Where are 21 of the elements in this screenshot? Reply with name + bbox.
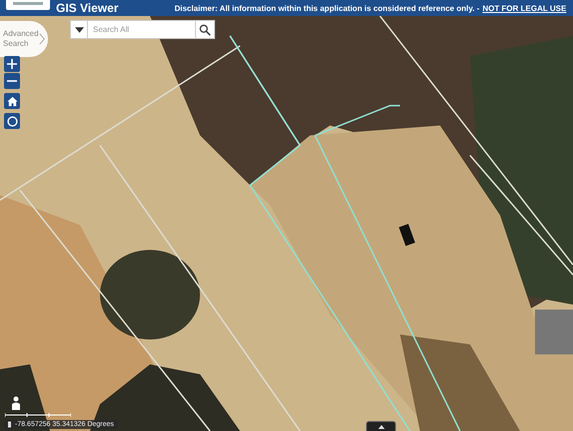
zoom-out-button[interactable] (4, 73, 20, 89)
plus-icon (7, 59, 17, 69)
caret-up-icon (378, 424, 384, 428)
app-title: GIS Viewer (56, 1, 118, 15)
search-icon (199, 24, 211, 36)
chevron-right-icon (39, 32, 45, 46)
home-icon (6, 96, 18, 106)
caret-down-icon (74, 26, 84, 32)
zoom-in-button[interactable] (4, 56, 20, 72)
circle-icon (6, 116, 18, 126)
search-scope-dropdown[interactable] (70, 20, 88, 39)
person-icon (10, 396, 22, 410)
home-button[interactable] (4, 93, 20, 109)
locate-button[interactable] (4, 113, 20, 129)
legal-link[interactable]: NOT FOR LEGAL USE (482, 4, 566, 12)
expand-panel-button[interactable] (366, 421, 396, 431)
search-field[interactable]: Search All (88, 20, 196, 39)
bar-icon (8, 421, 11, 428)
disclaimer-text: Disclaimer: All information within this application is considered reference only. - (174, 4, 480, 12)
scale-bar (5, 413, 71, 417)
search-button[interactable] (196, 20, 215, 39)
